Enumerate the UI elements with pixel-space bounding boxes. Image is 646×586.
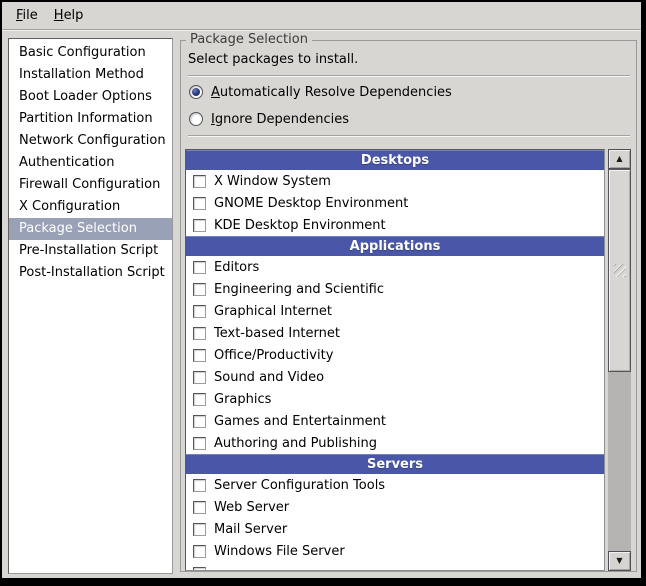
package-row-gnome-desktop[interactable]: GNOME Desktop Environment <box>186 192 604 214</box>
sidebar-item-pre-installation-script[interactable]: Pre-Installation Script <box>9 240 172 262</box>
checkbox[interactable] <box>193 437 206 450</box>
vertical-scrollbar[interactable]: ▲ ▼ <box>608 149 631 571</box>
package-row-kde-desktop[interactable]: KDE Desktop Environment <box>186 214 604 236</box>
package-row-mail-server[interactable]: Mail Server <box>186 518 604 540</box>
thumb-grip-icon <box>614 264 626 277</box>
separator <box>188 75 630 77</box>
menu-file-label: ile <box>23 8 38 23</box>
category-header-desktops: Desktops <box>186 150 604 170</box>
category-header-servers: Servers <box>186 454 604 474</box>
scrollbar-track[interactable] <box>608 169 631 551</box>
radio-auto-resolve-dependencies[interactable]: Automatically Resolve Dependencies <box>189 81 452 103</box>
menu-bar: File Help <box>2 2 641 30</box>
radio-ignore-label: Ignore Dependencies <box>211 112 349 127</box>
package-selection-frame: Package Selection Select packages to ins… <box>180 40 637 572</box>
scroll-up-button[interactable]: ▲ <box>608 149 631 169</box>
sidebar-item-authentication[interactable]: Authentication <box>9 152 172 174</box>
checkbox[interactable] <box>193 349 206 362</box>
checkbox[interactable] <box>193 501 206 514</box>
package-row-windows-file-server[interactable]: Windows File Server <box>186 540 604 562</box>
checkbox[interactable] <box>193 545 206 558</box>
checkbox[interactable] <box>193 567 206 572</box>
package-label: Engineering and Scientific <box>214 282 384 297</box>
package-label: Server Configuration Tools <box>214 478 385 493</box>
up-arrow-icon: ▲ <box>616 155 622 163</box>
checkbox[interactable] <box>193 175 206 188</box>
down-arrow-icon: ▼ <box>616 557 622 565</box>
sidebar-item-package-selection[interactable]: Package Selection <box>9 218 172 240</box>
checkbox[interactable] <box>193 371 206 384</box>
package-label: Graphics <box>214 392 271 407</box>
package-row-x-window-system[interactable]: X Window System <box>186 170 604 192</box>
sidebar-item-firewall-configuration[interactable]: Firewall Configuration <box>9 174 172 196</box>
checkbox[interactable] <box>193 197 206 210</box>
sidebar-item-post-installation-script[interactable]: Post-Installation Script <box>9 262 172 284</box>
section-list: Basic Configuration Installation Method … <box>8 38 173 574</box>
menu-file[interactable]: File <box>8 4 46 27</box>
frame-subtitle: Select packages to install. <box>188 52 358 67</box>
package-list: Desktops X Window System GNOME Desktop E… <box>185 149 605 571</box>
package-row-games-entertainment[interactable]: Games and Entertainment <box>186 410 604 432</box>
sidebar-item-boot-loader-options[interactable]: Boot Loader Options <box>9 86 172 108</box>
sidebar-item-x-configuration[interactable]: X Configuration <box>9 196 172 218</box>
package-label: Mail Server <box>214 522 287 537</box>
package-row-graphical-internet[interactable]: Graphical Internet <box>186 300 604 322</box>
package-label: Sound and Video <box>214 370 324 385</box>
kickstart-configurator-window: File Help Basic Configuration Installati… <box>2 2 641 578</box>
radio-ignore-dependencies[interactable]: Ignore Dependencies <box>189 108 349 130</box>
menu-help-label: elp <box>64 8 84 23</box>
category-header-applications: Applications <box>186 236 604 256</box>
package-label: Text-based Internet <box>214 326 340 341</box>
package-row-authoring-publishing[interactable]: Authoring and Publishing <box>186 432 604 454</box>
package-row-engineering-scientific[interactable]: Engineering and Scientific <box>186 278 604 300</box>
radio-auto-label: Automatically Resolve Dependencies <box>211 85 452 100</box>
package-label: Authoring and Publishing <box>214 436 377 451</box>
package-label: X Window System <box>214 174 331 189</box>
radio-button-icon[interactable] <box>189 85 203 99</box>
sidebar-item-basic-configuration[interactable]: Basic Configuration <box>9 42 172 64</box>
checkbox[interactable] <box>193 415 206 428</box>
frame-title: Package Selection <box>186 32 312 47</box>
checkbox[interactable] <box>193 283 206 296</box>
checkbox[interactable] <box>193 219 206 232</box>
checkbox[interactable] <box>193 523 206 536</box>
package-label: Editors <box>214 260 259 275</box>
package-label: Office/Productivity <box>214 348 333 363</box>
checkbox[interactable] <box>193 479 206 492</box>
menu-help[interactable]: Help <box>46 4 92 27</box>
package-row-server-config-tools[interactable]: Server Configuration Tools <box>186 474 604 496</box>
package-row-text-based-internet[interactable]: Text-based Internet <box>186 322 604 344</box>
checkbox[interactable] <box>193 393 206 406</box>
scroll-down-button[interactable]: ▼ <box>608 551 631 571</box>
package-row-editors[interactable]: Editors <box>186 256 604 278</box>
package-row-sound-and-video[interactable]: Sound and Video <box>186 366 604 388</box>
package-label: Web Server <box>214 500 289 515</box>
package-label: KDE Desktop Environment <box>214 218 386 233</box>
package-label: Graphical Internet <box>214 304 332 319</box>
sidebar-item-network-configuration[interactable]: Network Configuration <box>9 130 172 152</box>
separator <box>188 135 630 137</box>
checkbox[interactable] <box>193 261 206 274</box>
package-label: Games and Entertainment <box>214 414 386 429</box>
package-row-office-productivity[interactable]: Office/Productivity <box>186 344 604 366</box>
menu-help-mnemonic: H <box>54 8 64 23</box>
sidebar-item-installation-method[interactable]: Installation Method <box>9 64 172 86</box>
radio-button-icon[interactable] <box>189 112 203 126</box>
package-row-web-server[interactable]: Web Server <box>186 496 604 518</box>
package-label: GNOME Desktop Environment <box>214 196 408 211</box>
package-label: Windows File Server <box>214 544 345 559</box>
checkbox[interactable] <box>193 327 206 340</box>
package-row-partial[interactable] <box>186 562 604 571</box>
package-row-graphics[interactable]: Graphics <box>186 388 604 410</box>
scrollbar-thumb[interactable] <box>608 169 631 372</box>
checkbox[interactable] <box>193 305 206 318</box>
sidebar-item-partition-information[interactable]: Partition Information <box>9 108 172 130</box>
